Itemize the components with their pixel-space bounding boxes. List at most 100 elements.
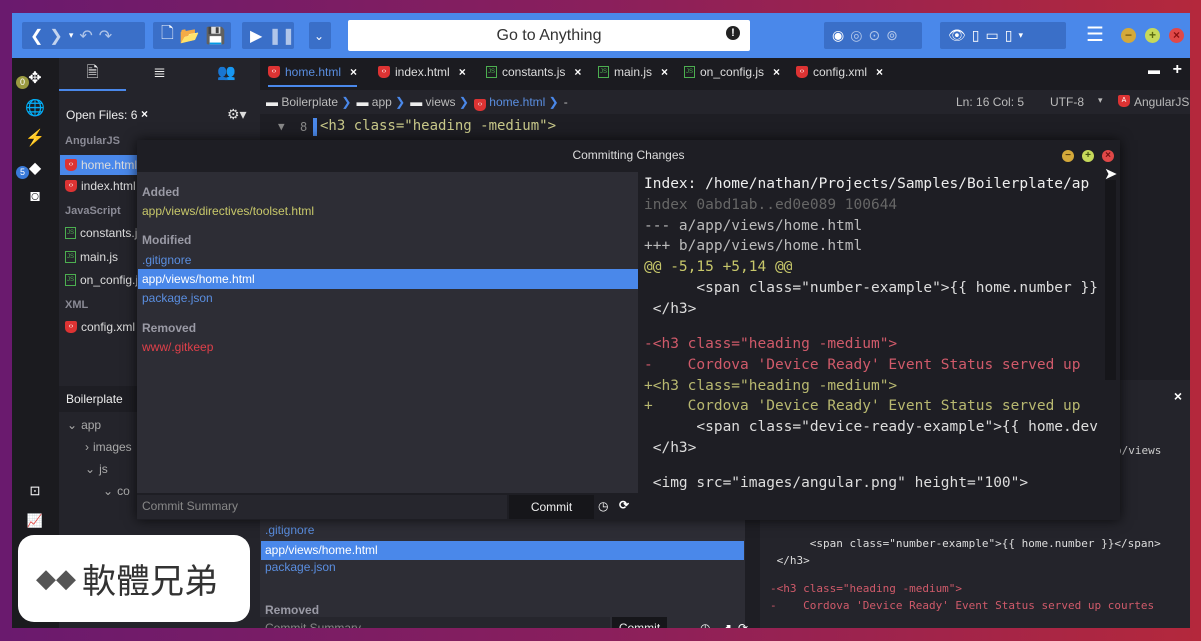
close-all-icon[interactable]: × (141, 107, 148, 121)
undo-button[interactable]: ↶ (79, 26, 92, 46)
modified-file[interactable]: package.json (142, 291, 213, 305)
external-icon[interactable]: ⬈ (722, 621, 732, 628)
lightning-icon[interactable]: ⚡ (24, 128, 46, 150)
js-icon: JS (684, 66, 695, 78)
layout-dropdown[interactable]: ▾ (1018, 30, 1023, 41)
diff-view[interactable]: Index: /home/nathan/Projects/Samples/Boi… (640, 172, 1101, 490)
tab-collab[interactable]: 👥 (193, 58, 260, 91)
tab-on_config-js[interactable]: JS on_config.js × (684, 65, 780, 79)
chart-icon[interactable]: 📈 (24, 513, 46, 535)
history-icon[interactable]: ◷ (700, 621, 710, 628)
tree-item[interactable]: ⌄ js (85, 462, 108, 476)
open-file-item[interactable]: ‹› index.html (65, 179, 136, 193)
tree-item[interactable]: ⌄ app (67, 418, 101, 432)
breadcrumb-item[interactable]: ‹› home.html ❯ (473, 95, 559, 111)
close-tab-icon[interactable]: × (574, 65, 581, 79)
commit-button[interactable]: Commit (509, 495, 594, 519)
history-dropdown[interactable]: ▾ (69, 30, 74, 41)
commit-summary-input[interactable]: Commit Summary (137, 495, 507, 519)
close-icon[interactable]: × (1174, 388, 1182, 404)
eye-icon[interactable]: 👁 (948, 27, 966, 44)
redo-button[interactable]: ↷ (99, 26, 112, 46)
tab-constants-js[interactable]: JS constants.js × (486, 65, 581, 79)
breadcrumb-item[interactable]: ▬ Boilerplate ❯ (266, 95, 351, 111)
close-tab-icon[interactable]: × (459, 65, 466, 79)
maximize-button[interactable]: + (1145, 28, 1160, 43)
play-button[interactable]: ▶ (250, 26, 262, 46)
forward-button[interactable]: ❯ (49, 26, 62, 46)
dialog-close-button[interactable]: × (1102, 150, 1114, 162)
toggle-left-pane-button[interactable]: ▯ (972, 27, 980, 44)
record-button[interactable]: ◉ (832, 27, 844, 44)
diff-path: p/views (1115, 444, 1162, 457)
back-button[interactable]: ❮ (30, 26, 43, 46)
close-tab-icon[interactable]: × (773, 65, 780, 79)
modified-file[interactable]: .gitignore (142, 253, 191, 267)
close-tab-icon[interactable]: × (661, 65, 668, 79)
toggle-right-pane-button[interactable]: ▯ (1005, 27, 1013, 44)
changed-file-selected[interactable]: app/views/home.html (261, 541, 744, 560)
new-tab-icon[interactable]: + (1173, 61, 1182, 79)
toggle-bottom-pane-button[interactable]: ▭ (986, 27, 999, 44)
added-file[interactable]: app/views/directives/toolset.html (142, 204, 314, 218)
open-file-item[interactable]: ‹› config.xml (65, 320, 135, 334)
minimize-button[interactable]: − (1121, 28, 1136, 43)
commit-button[interactable]: Commit (612, 617, 667, 628)
breadcrumb-item[interactable]: - (564, 95, 568, 111)
tab-files[interactable]: 🗎 (59, 58, 126, 91)
open-folder-icon[interactable]: 📂 (180, 26, 200, 46)
places-icon[interactable]: ✥ 0 (16, 68, 46, 90)
js-icon: JS (65, 274, 76, 286)
close-button[interactable]: × (1169, 28, 1184, 43)
html-icon: ‹› (378, 66, 390, 78)
open-file-item[interactable]: ‹› home.html (60, 155, 141, 175)
tab-main-js[interactable]: JS main.js × (598, 65, 668, 79)
open-file-item[interactable]: JS constants.js (65, 226, 143, 240)
new-file-icon[interactable]: 🗋 (161, 22, 174, 49)
refresh-icon[interactable]: ⟳ (738, 621, 748, 628)
diff-scrollbar[interactable] (1105, 180, 1116, 380)
breadcrumb-item[interactable]: ▬ views ❯ (410, 95, 469, 111)
removed-file[interactable]: www/.gitkeep (142, 340, 213, 354)
commit-summary-input[interactable]: Commit Summary (260, 617, 610, 628)
close-tab-icon[interactable]: × (350, 65, 357, 79)
changed-file[interactable]: .gitignore (265, 523, 314, 537)
breadcrumb-label: - (563, 95, 568, 109)
language-select[interactable]: AAngularJS▾ (1118, 95, 1190, 109)
terminal-icon[interactable]: ⊡ (24, 483, 46, 505)
more-dropdown[interactable]: ⌄ (309, 22, 331, 49)
encoding-select[interactable]: UTF-8 (1050, 95, 1084, 109)
globe-icon[interactable]: 🌐 (24, 98, 46, 120)
menu-icon[interactable]: ☰ (1086, 22, 1104, 47)
tab-list-icon[interactable]: ▬ (1148, 63, 1160, 77)
refresh-icon[interactable]: ⟳ (619, 498, 629, 512)
recording-group: ◉ ◎ ⊙ ⊚ (824, 22, 922, 49)
pause-button[interactable]: ❚❚ (268, 26, 295, 46)
tree-item[interactable]: ⌄ co (103, 484, 130, 498)
tab-home-html[interactable]: ‹› home.html × (268, 65, 358, 87)
tree-item[interactable]: › images (85, 440, 132, 454)
tab-config-xml[interactable]: ‹› config.xml × (796, 65, 883, 79)
goto-anything-input[interactable]: Go to Anything ! (348, 20, 750, 51)
git-icon[interactable]: ◆ 5 (16, 158, 46, 180)
notification-icon[interactable]: ! (726, 26, 740, 40)
gear-icon[interactable]: ⚙▾ (227, 106, 247, 123)
open-file-item[interactable]: JS on_config.js (65, 273, 144, 287)
close-tab-icon[interactable]: × (876, 65, 883, 79)
dialog-maximize-button[interactable]: + (1082, 150, 1094, 162)
play-macro-button[interactable]: ⊙ (868, 27, 880, 44)
breadcrumb-item[interactable]: ▬ app ❯ (356, 95, 405, 111)
code-intel-icon[interactable]: ◙ (24, 188, 46, 210)
project-name: Boilerplate (66, 392, 123, 406)
changed-file[interactable]: package.json (265, 560, 336, 574)
save-icon[interactable]: 💾 (206, 26, 226, 46)
tab-index-html[interactable]: ‹› index.html × (378, 65, 466, 79)
fold-icon[interactable]: ▼ (278, 120, 285, 133)
stop-button[interactable]: ◎ (850, 27, 862, 44)
history-icon[interactable]: ◷ (598, 499, 608, 513)
open-file-item[interactable]: JS main.js (65, 250, 118, 264)
modified-file-selected[interactable]: app/views/home.html (138, 269, 638, 289)
tab-database[interactable]: ≣ (126, 58, 193, 91)
save-macro-button[interactable]: ⊚ (886, 27, 898, 44)
dialog-minimize-button[interactable]: − (1062, 150, 1074, 162)
